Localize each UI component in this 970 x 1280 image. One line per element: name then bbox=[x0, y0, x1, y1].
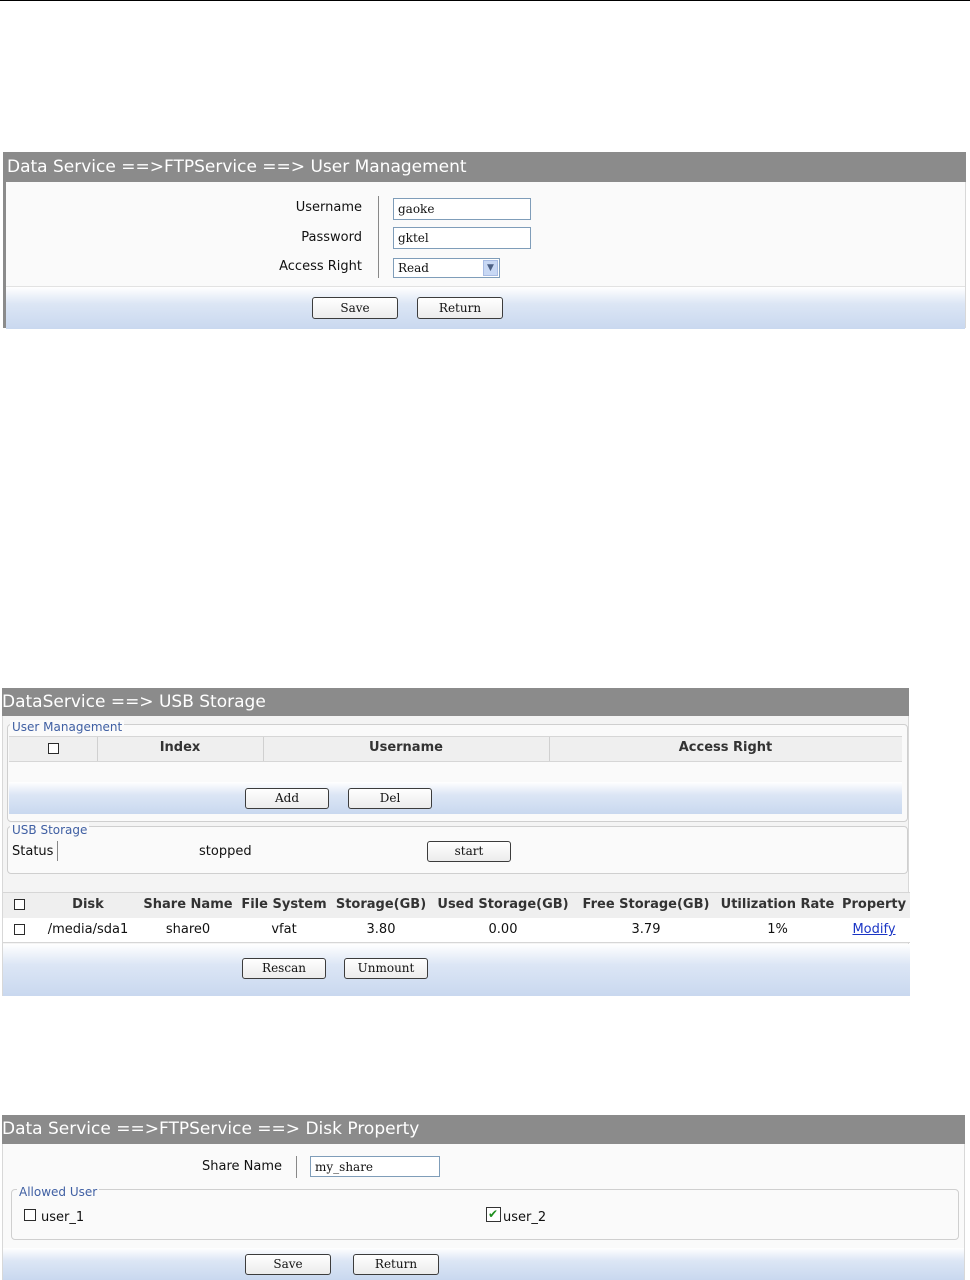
username-label: Username bbox=[295, 200, 362, 215]
usb-body: User Management Index Username Access Ri… bbox=[2, 716, 910, 996]
select-all-disks-checkbox[interactable] bbox=[14, 899, 25, 910]
password-label: Password bbox=[301, 230, 362, 245]
property-column-header: Property bbox=[841, 897, 907, 912]
panel-title: Data Service ==>FTPService ==> User Mana… bbox=[3, 152, 966, 182]
return-button[interactable]: Return bbox=[353, 1254, 439, 1275]
share-name-column-header: Share Name bbox=[143, 897, 233, 912]
access-right-select[interactable]: Read ▼ bbox=[393, 258, 500, 278]
panel-title: Data Service ==>FTPService ==> Disk Prop… bbox=[2, 1115, 965, 1144]
disk-property-button-bar bbox=[3, 1248, 964, 1280]
table-row: /media/sda1 share0 vfat 3.80 0.00 3.79 1… bbox=[3, 918, 910, 943]
share-name-cell: share0 bbox=[165, 922, 211, 937]
usb-storage-group-title: USB Storage bbox=[10, 823, 90, 837]
share-name-input[interactable]: my_share bbox=[310, 1156, 440, 1177]
username-input[interactable]: gaoke bbox=[393, 198, 531, 220]
checkmark-icon: ✔ bbox=[488, 1207, 499, 1221]
share-name-label: Share Name bbox=[202, 1159, 282, 1174]
free-storage-column-header: Free Storage(GB) bbox=[582, 897, 710, 912]
status-value: stopped bbox=[199, 844, 252, 859]
user-2-label: user_2 bbox=[503, 1210, 547, 1225]
status-label: Status bbox=[12, 844, 54, 859]
start-button[interactable]: start bbox=[427, 841, 511, 862]
free-storage-cell: 3.79 bbox=[631, 922, 661, 937]
user-1-checkbox[interactable] bbox=[24, 1209, 36, 1221]
delete-user-button[interactable]: Del bbox=[348, 788, 432, 809]
storage-cell: 3.80 bbox=[366, 922, 396, 937]
disk-button-bar bbox=[3, 944, 910, 996]
label-divider bbox=[296, 1156, 297, 1178]
status-divider bbox=[57, 841, 58, 861]
label-divider bbox=[378, 196, 379, 278]
access-right-selected: Read bbox=[398, 261, 429, 275]
save-button[interactable]: Save bbox=[312, 297, 398, 319]
rescan-button[interactable]: Rescan bbox=[242, 958, 326, 979]
disk-column-header: Disk bbox=[72, 897, 104, 912]
ftp-user-management-panel: Data Service ==>FTPService ==> User Mana… bbox=[3, 152, 966, 329]
file-system-cell: vfat bbox=[271, 922, 297, 937]
file-system-column-header: File System bbox=[241, 897, 327, 912]
utilization-rate-cell: 1% bbox=[767, 922, 788, 937]
disk-row-checkbox[interactable] bbox=[14, 924, 25, 935]
user-2-checkbox[interactable]: ✔ bbox=[486, 1207, 501, 1222]
disk-property-body: Share Name my_share Allowed User user_1 … bbox=[2, 1144, 965, 1280]
usb-storage-panel: DataService ==> USB Storage User Managem… bbox=[2, 688, 910, 996]
add-user-button[interactable]: Add bbox=[245, 788, 329, 809]
modify-link[interactable]: Modify bbox=[852, 922, 895, 937]
select-all-users-checkbox[interactable] bbox=[48, 743, 59, 754]
unmount-button[interactable]: Unmount bbox=[344, 958, 428, 979]
property-cell: Modify bbox=[838, 918, 910, 942]
panel-title: DataService ==> USB Storage bbox=[2, 688, 909, 716]
page-top-rule bbox=[0, 0, 970, 1]
used-storage-column-header: Used Storage(GB) bbox=[437, 897, 569, 912]
password-input[interactable]: gktel bbox=[393, 227, 531, 249]
storage-column-header: Storage(GB) bbox=[335, 897, 427, 912]
username-column-header: Username bbox=[369, 740, 443, 755]
access-right-column-header: Access Right bbox=[678, 740, 773, 755]
user-1-label: user_1 bbox=[41, 1210, 85, 1225]
allowed-user-group-title: Allowed User bbox=[17, 1185, 100, 1199]
allowed-user-group bbox=[11, 1189, 959, 1240]
return-button[interactable]: Return bbox=[417, 297, 503, 319]
user-management-group-title: User Management bbox=[10, 720, 125, 734]
utilization-rate-column-header: Utilization Rate bbox=[720, 897, 835, 912]
save-button[interactable]: Save bbox=[245, 1254, 331, 1275]
form-body: Username Password Access Right gaoke gkt… bbox=[3, 182, 966, 329]
access-right-label: Access Right bbox=[279, 259, 362, 274]
disk-cell: /media/sda1 bbox=[47, 922, 129, 937]
user-button-bar bbox=[9, 782, 902, 814]
used-storage-cell: 0.00 bbox=[488, 922, 518, 937]
index-column-header: Index bbox=[159, 740, 201, 755]
chevron-down-icon: ▼ bbox=[483, 260, 498, 276]
disk-property-panel: Data Service ==>FTPService ==> Disk Prop… bbox=[2, 1115, 965, 1280]
